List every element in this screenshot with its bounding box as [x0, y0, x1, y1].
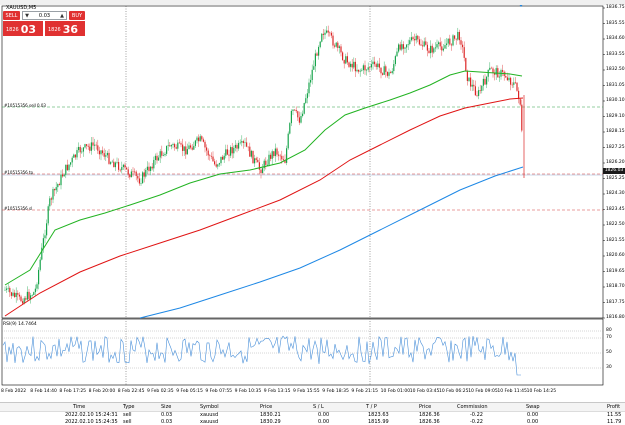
table-cell: 1815.99	[368, 419, 389, 425]
rsi-level-label: 30	[606, 365, 612, 370]
table-cell: 2022.02.10 15:24:35	[65, 419, 118, 425]
col-tp[interactable]: T / P	[366, 404, 377, 410]
x-axis-label: 8 Feb 14:40	[30, 389, 57, 394]
y-axis-label: 1823.45	[606, 206, 625, 212]
table-cell: 0.00	[527, 419, 539, 425]
rsi-level-label: 50	[606, 350, 612, 355]
order-level-label: #10515356 sell 0.03	[4, 103, 46, 108]
table-row[interactable]: 2022.02.10 15:24:35 sell 0.03 xauusd 1830.29…	[0, 418, 625, 425]
x-axis-label: 9 Feb 18:35	[322, 389, 349, 394]
x-axis-label: 8 Feb 22:45	[117, 389, 145, 394]
y-axis-label: 1818.70	[606, 284, 625, 289]
col-current-price[interactable]: Price	[419, 404, 431, 410]
buy-button[interactable]: BUY	[69, 11, 85, 20]
col-swap[interactable]: Swap	[526, 404, 540, 410]
table-cell: 0.03	[161, 419, 173, 425]
col-commission[interactable]: Commission	[457, 404, 488, 410]
table-cell: 11.79	[607, 419, 622, 425]
y-axis-label: 1821.55	[606, 237, 625, 243]
y-axis-label: 1835.55	[606, 20, 625, 26]
x-axis-label: 10 Feb 11:45	[497, 389, 527, 394]
y-axis-label: 1829.10	[606, 113, 625, 119]
rsi-level-label: 80	[606, 328, 612, 333]
table-cell: 1830.29	[260, 419, 281, 425]
x-axis-label: 9 Feb 05:15	[176, 389, 203, 394]
table-cell: -0.22	[470, 419, 483, 425]
y-axis-label: 1819.65	[606, 268, 625, 274]
y-axis-label: 1834.60	[606, 36, 625, 41]
table-cell: 1826.36	[419, 419, 440, 425]
x-axis-label: 10 Feb 03:45	[409, 389, 440, 394]
y-axis-label: 1824.30	[606, 191, 625, 196]
lot-decrease-icon[interactable]: ▼	[23, 13, 31, 19]
one-click-trading-panel: SELL ▼ 0.03 ▲ BUY 1826 03 1826 36	[3, 11, 85, 36]
y-axis-label: 1832.50	[606, 67, 625, 72]
tp-level-label: #10515356 tp	[4, 170, 34, 175]
lot-increase-icon[interactable]: ▲	[58, 13, 66, 19]
x-axis-label: 8 Feb 17:25	[59, 389, 87, 394]
x-axis-label: 10 Feb 09:05	[468, 389, 498, 394]
rsi-indicator-label: RSI(9) 14.7464	[3, 322, 37, 327]
current-price-tag: 1826.03	[603, 168, 625, 174]
y-axis-label: 1817.75	[606, 299, 625, 305]
table-row[interactable]: 2022.02.10 15:24:31 sell 0.03 xauusd 1830.21…	[0, 411, 625, 418]
buy-price-main: 36	[62, 23, 79, 36]
col-symbol[interactable]: Symbol	[200, 404, 219, 410]
y-axis-label: 1820.60	[606, 253, 625, 258]
buy-price-button[interactable]: 1826 36	[45, 21, 85, 36]
y-axis-label: 1828.15	[606, 129, 625, 134]
col-type[interactable]: Type	[123, 404, 134, 410]
x-axis-label: 9 Feb 15:55	[293, 389, 320, 394]
y-axis-label: 1827.25	[606, 144, 625, 150]
table-cell: 0.00	[318, 419, 330, 425]
x-axis-label: 9 Feb 13:15	[263, 389, 291, 394]
x-axis-label: 10 Feb 01:00	[380, 389, 411, 394]
y-axis-label: 1831.05	[606, 82, 625, 88]
x-axis-label: 9 Feb 10:35	[234, 389, 262, 394]
lot-size-stepper[interactable]: ▼ 0.03 ▲	[22, 11, 67, 20]
sell-price-prefix: 1826	[6, 27, 19, 33]
sl-level-label: #10515356 sl	[4, 206, 33, 211]
col-sl[interactable]: S / L	[313, 404, 324, 410]
y-axis-label: 1833.55	[606, 51, 625, 57]
col-profit[interactable]: Profit	[607, 404, 620, 410]
price-chart[interactable]	[0, 0, 625, 425]
x-axis-label: 8 Feb 20:00	[88, 389, 116, 394]
y-axis-label: 1826.20	[606, 160, 625, 165]
x-axis-label: 9 Feb 02:35	[147, 389, 174, 394]
y-axis-label: 1830.10	[606, 98, 625, 103]
col-time[interactable]: Time	[73, 404, 85, 410]
buy-price-prefix: 1826	[48, 27, 61, 33]
y-axis-label: 1825.25	[606, 175, 625, 181]
rsi-level-label: 70	[606, 335, 612, 340]
x-axis-label: 8 Feb 2022	[1, 389, 27, 394]
table-cell: sell	[123, 419, 132, 425]
x-axis-label: 9 Feb 07:55	[205, 389, 233, 394]
col-price[interactable]: Price	[260, 404, 272, 410]
lot-size-input[interactable]: 0.03	[31, 13, 58, 19]
sell-button[interactable]: SELL	[3, 11, 20, 20]
chart-toolbar	[0, 0, 625, 5]
sell-price-main: 03	[20, 23, 37, 36]
col-size[interactable]: Size	[161, 404, 171, 410]
sell-price-button[interactable]: 1826 03	[3, 21, 43, 36]
y-axis-ticks	[603, 7, 605, 319]
table-cell: xauusd	[200, 419, 219, 425]
y-axis-label: 1816.80	[606, 315, 625, 320]
x-axis-label: 10 Feb 14:25	[526, 389, 557, 394]
y-axis-label: 1836.75	[606, 5, 625, 10]
y-axis-label: 1822.50	[606, 222, 625, 227]
x-axis-label: 9 Feb 21:15	[351, 389, 379, 394]
x-axis-label: 10 Feb 06:25	[439, 389, 469, 394]
